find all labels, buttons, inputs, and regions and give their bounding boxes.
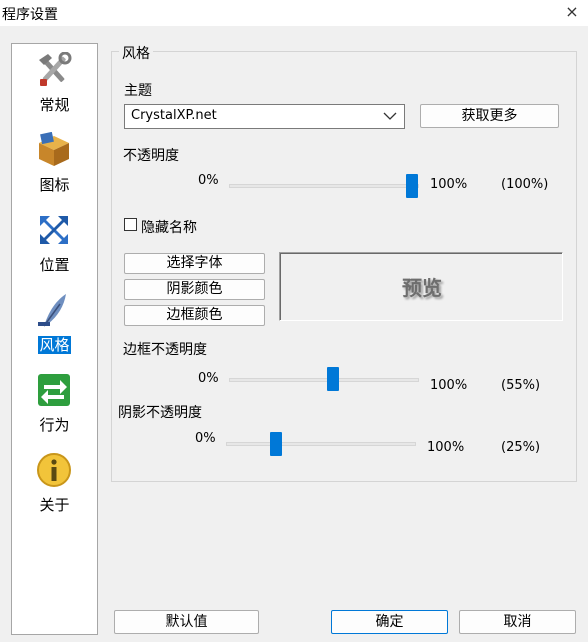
theme-select-value: CrystalXP.net bbox=[131, 108, 217, 123]
style-group-title: 风格 bbox=[119, 43, 153, 63]
sidebar-item-behavior[interactable]: 行为 bbox=[12, 368, 97, 446]
opacity-value: (100%) bbox=[501, 177, 549, 192]
tools-icon bbox=[39, 52, 72, 86]
border-opacity-min-label: 0% bbox=[198, 371, 219, 386]
sidebar: 常规 图标 位置 风格 行为 关于 bbox=[11, 43, 98, 635]
sidebar-item-label: 图标 bbox=[39, 176, 70, 194]
cancel-button[interactable]: 取消 bbox=[459, 610, 576, 634]
border-opacity-label: 边框不透明度 bbox=[123, 342, 207, 358]
preview-text: 预览 bbox=[402, 276, 442, 300]
shadow-opacity-slider-thumb[interactable] bbox=[270, 432, 282, 456]
border-opacity-slider-track bbox=[229, 378, 419, 382]
opacity-slider-track bbox=[229, 184, 419, 188]
sidebar-item-general[interactable]: 常规 bbox=[12, 48, 97, 126]
position-arrows-icon bbox=[40, 216, 68, 244]
default-button[interactable]: 默认值 bbox=[114, 610, 259, 634]
sidebar-item-position[interactable]: 位置 bbox=[12, 208, 97, 286]
opacity-min-label: 0% bbox=[198, 173, 219, 188]
opacity-max-label: 100% bbox=[430, 177, 468, 192]
sidebar-item-icons[interactable]: 图标 bbox=[12, 128, 97, 206]
get-more-button[interactable]: 获取更多 bbox=[420, 104, 559, 128]
hide-name-checkbox[interactable] bbox=[124, 218, 137, 231]
select-font-button[interactable]: 选择字体 bbox=[124, 253, 265, 274]
exchange-arrows-icon bbox=[38, 374, 70, 406]
opacity-slider-thumb[interactable] bbox=[406, 174, 418, 198]
border-opacity-max-label: 100% bbox=[430, 378, 468, 393]
theme-select[interactable]: CrystalXP.net bbox=[124, 104, 405, 129]
hide-name-label: 隐藏名称 bbox=[141, 220, 197, 236]
border-opacity-slider-thumb[interactable] bbox=[327, 367, 339, 391]
shadow-opacity-max-label: 100% bbox=[427, 440, 465, 455]
shadow-opacity-value: (25%) bbox=[501, 440, 541, 455]
shadow-opacity-min-label: 0% bbox=[195, 431, 216, 446]
window-title: 程序设置 bbox=[2, 7, 58, 23]
sidebar-item-style[interactable]: 风格 bbox=[12, 288, 97, 366]
close-button[interactable]: × bbox=[556, 0, 588, 26]
opacity-label: 不透明度 bbox=[123, 148, 179, 164]
info-icon bbox=[37, 453, 71, 487]
theme-label: 主题 bbox=[124, 83, 152, 99]
sidebar-item-label: 风格 bbox=[38, 336, 71, 354]
sidebar-item-about[interactable]: 关于 bbox=[12, 448, 97, 526]
chevron-down-icon bbox=[383, 112, 397, 120]
sidebar-item-label: 行为 bbox=[39, 416, 70, 434]
sidebar-item-label: 位置 bbox=[39, 256, 70, 274]
ok-button[interactable]: 确定 bbox=[331, 610, 448, 634]
shadow-color-button[interactable]: 阴影颜色 bbox=[124, 279, 265, 300]
border-color-button[interactable]: 边框颜色 bbox=[124, 305, 265, 326]
shadow-opacity-slider-track bbox=[226, 442, 416, 446]
preview-panel: 预览 bbox=[279, 252, 563, 321]
quill-pen-icon bbox=[38, 294, 66, 327]
sidebar-item-label: 常规 bbox=[39, 96, 70, 114]
sidebar-item-label: 关于 bbox=[39, 496, 70, 514]
title-bar bbox=[0, 0, 588, 26]
border-opacity-value: (55%) bbox=[501, 378, 541, 393]
box-icon bbox=[39, 132, 69, 166]
shadow-opacity-label: 阴影不透明度 bbox=[118, 405, 202, 421]
